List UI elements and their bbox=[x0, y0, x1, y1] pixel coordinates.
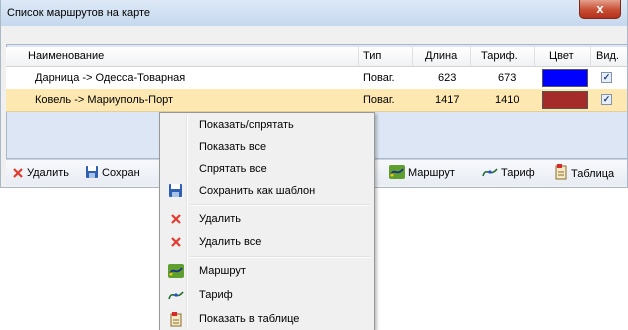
save-label: Сохран bbox=[102, 167, 140, 179]
floppy-disk-icon bbox=[169, 184, 182, 197]
menu-item-label: Маршрут bbox=[199, 265, 246, 277]
table-row[interactable]: Дарница -> Одесса-Товарная Поваг. 623 67… bbox=[6, 67, 627, 90]
table-icon bbox=[555, 164, 567, 180]
tariff-button[interactable]: Тариф bbox=[482, 164, 535, 182]
tariff-icon bbox=[482, 168, 498, 177]
menu-separator bbox=[190, 204, 370, 206]
column-header-type[interactable]: Тип bbox=[359, 47, 413, 66]
route-color-swatch[interactable] bbox=[542, 91, 588, 109]
menu-item-tariff[interactable]: Тариф bbox=[162, 284, 372, 306]
visible-checkbox[interactable]: ✓ bbox=[601, 94, 612, 105]
menu-separator bbox=[190, 256, 370, 258]
menu-item-route[interactable]: Маршрут bbox=[162, 260, 372, 282]
delete-label: Удалить bbox=[27, 167, 69, 179]
column-header-color[interactable]: Цвет bbox=[535, 47, 591, 66]
menu-item-delete[interactable]: Удалить bbox=[162, 208, 372, 230]
column-header-name[interactable]: Наименование bbox=[6, 47, 359, 66]
route-name: Ковель -> Мариуполь-Порт bbox=[35, 94, 174, 106]
delete-button[interactable]: Удалить bbox=[12, 164, 69, 182]
title-bar[interactable]: Список маршрутов на карте x bbox=[1, 0, 627, 26]
window-title: Список маршрутов на карте bbox=[7, 7, 151, 19]
menu-item-label: Показать все bbox=[199, 141, 267, 153]
route-color-swatch[interactable] bbox=[542, 69, 588, 87]
route-icon bbox=[168, 264, 184, 278]
column-header-visible[interactable]: Вид. bbox=[591, 47, 627, 66]
route-name: Дарница -> Одесса-Товарная bbox=[35, 72, 186, 84]
grid-header: Наименование Тип Длина Тариф. Цвет Вид. bbox=[6, 47, 627, 67]
route-icon bbox=[389, 165, 405, 179]
menu-item-label: Тариф bbox=[199, 289, 233, 301]
visible-checkbox[interactable]: ✓ bbox=[601, 72, 612, 83]
table-button[interactable]: Таблица bbox=[554, 164, 614, 182]
route-length: 1417 bbox=[435, 94, 460, 106]
menu-item-delete-all[interactable]: Удалить все bbox=[162, 231, 372, 253]
context-menu: Показать/спрятать Показать все Спрятать … bbox=[159, 112, 375, 330]
column-header-tariff[interactable]: Тариф. bbox=[471, 47, 535, 66]
menu-item-label: Показать в таблице bbox=[199, 313, 300, 325]
route-length: 623 bbox=[438, 72, 457, 84]
save-button[interactable]: Сохран bbox=[85, 164, 140, 182]
menu-item-toggle-visibility[interactable]: Показать/спрятать bbox=[162, 114, 372, 136]
menu-item-show-all[interactable]: Показать все bbox=[162, 136, 372, 158]
close-icon: x bbox=[596, 1, 604, 16]
menu-item-save-template[interactable]: Сохранить как шаблон bbox=[162, 180, 372, 202]
menu-item-label: Удалить bbox=[199, 213, 241, 225]
tariff-icon bbox=[168, 291, 184, 300]
red-x-icon bbox=[171, 214, 181, 224]
route-button[interactable]: Маршрут bbox=[389, 164, 455, 182]
menu-item-hide-all[interactable]: Спрятать все bbox=[162, 158, 372, 180]
column-header-length[interactable]: Длина bbox=[413, 47, 471, 66]
route-tariff: 673 bbox=[498, 72, 517, 84]
tariff-label: Тариф bbox=[501, 167, 535, 179]
red-x-icon bbox=[171, 237, 181, 247]
close-button[interactable]: x bbox=[579, 0, 621, 19]
route-tariff: 1410 bbox=[495, 94, 520, 106]
table-icon bbox=[170, 312, 182, 327]
menu-item-label: Показать/спрятать bbox=[199, 119, 294, 131]
route-label: Маршрут bbox=[408, 167, 455, 179]
table-row-selected[interactable]: Ковель -> Мариуполь-Порт Поваг. 1417 141… bbox=[6, 89, 627, 112]
floppy-disk-icon bbox=[86, 166, 98, 178]
menu-item-label: Сохранить как шаблон bbox=[199, 185, 316, 197]
menu-item-label: Удалить все bbox=[199, 236, 262, 248]
table-label: Таблица bbox=[571, 168, 615, 180]
menu-item-show-in-table[interactable]: Показать в таблице bbox=[162, 308, 372, 330]
red-x-icon bbox=[13, 168, 23, 178]
route-type: Поваг. bbox=[363, 94, 395, 106]
route-type: Поваг. bbox=[363, 72, 395, 84]
menu-item-label: Спрятать все bbox=[199, 163, 267, 175]
